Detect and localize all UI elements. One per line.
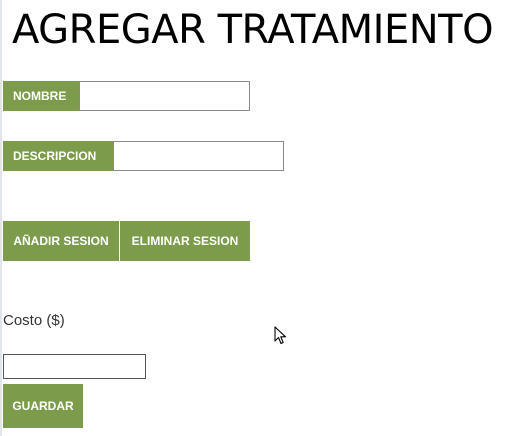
costo-label: Costo ($)	[3, 312, 65, 329]
descripcion-field-group: DESCRIPCION	[3, 141, 284, 171]
page-title: AGREGAR TRATAMIENTO	[12, 7, 494, 53]
nombre-field-group: NOMBRE	[3, 81, 250, 111]
nombre-input[interactable]	[79, 81, 250, 111]
nombre-label: NOMBRE	[3, 81, 79, 111]
descripcion-input[interactable]	[113, 141, 284, 171]
descripcion-label: DESCRIPCION	[3, 141, 113, 171]
costo-input[interactable]	[3, 354, 146, 379]
remove-session-button[interactable]: ELIMINAR SESION	[120, 221, 250, 261]
add-session-button[interactable]: AÑADIR SESION	[3, 221, 119, 261]
mouse-pointer-icon	[274, 326, 287, 345]
save-button[interactable]: GUARDAR	[3, 384, 83, 428]
left-edge-divider	[0, 0, 2, 436]
